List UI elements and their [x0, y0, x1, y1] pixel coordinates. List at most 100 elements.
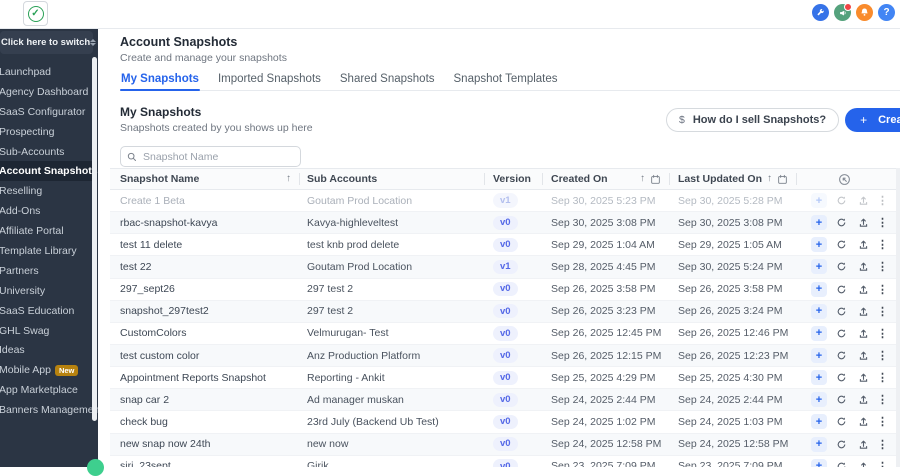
sidebar-item-saas-configurator[interactable]: SaaS Configurator	[0, 102, 93, 122]
sidebar-item-saas-education[interactable]: SaaS Education	[0, 301, 93, 321]
refresh-snapshot-button[interactable]	[834, 437, 849, 452]
table-row[interactable]: test 11 delete test knb prod delete v0 S…	[110, 234, 900, 256]
table-row[interactable]: siri_23sept Girik v0 Sep 23, 2025 7:09 P…	[110, 456, 900, 467]
share-snapshot-button[interactable]	[856, 437, 871, 452]
sidebar-item-banners-management[interactable]: Banners Management	[0, 400, 93, 420]
push-to-account-button[interactable]: +	[811, 348, 827, 363]
chat-widget-bubble[interactable]	[87, 459, 104, 476]
row-menu-button[interactable]: ⋮	[878, 237, 887, 252]
row-menu-button[interactable]: ⋮	[878, 259, 887, 274]
row-menu-button[interactable]: ⋮	[878, 282, 887, 297]
table-row[interactable]: check bug 23rd July (Backend Ub Test) v0…	[110, 411, 900, 433]
push-to-account-button[interactable]: +	[811, 304, 827, 319]
sidebar-item-reselling[interactable]: Reselling	[0, 181, 93, 201]
sidebar-item-account-snapshots[interactable]: Account Snapshots	[0, 161, 93, 181]
row-menu-button[interactable]: ⋮	[878, 304, 887, 319]
sidebar-item-agency-dashboard[interactable]: Agency Dashboard	[0, 82, 93, 102]
column-header-sub-accounts[interactable]: Sub Accounts	[300, 169, 485, 189]
share-snapshot-button[interactable]	[856, 259, 871, 274]
push-to-account-button[interactable]: +	[811, 215, 827, 230]
share-snapshot-button[interactable]	[856, 304, 871, 319]
push-to-account-button[interactable]: +	[811, 459, 827, 467]
share-snapshot-button[interactable]	[856, 348, 871, 363]
share-snapshot-button[interactable]	[856, 459, 871, 467]
notifications-bell-icon[interactable]	[856, 4, 873, 21]
column-header-snapshot-name[interactable]: Snapshot Name ↑	[110, 169, 300, 189]
announcements-icon[interactable]	[834, 4, 851, 21]
refresh-snapshot-button[interactable]	[834, 414, 849, 429]
table-row[interactable]: snapshot_297test2 297 test 2 v0 Sep 26, …	[110, 301, 900, 323]
push-to-account-button[interactable]: +	[811, 370, 827, 385]
refresh-snapshot-button[interactable]	[834, 237, 849, 252]
sidebar-item-prospecting[interactable]: Prospecting	[0, 122, 93, 142]
tab-my-snapshots[interactable]: My Snapshots	[120, 68, 200, 90]
table-row[interactable]: new snap now 24th new now v0 Sep 24, 202…	[110, 434, 900, 456]
table-row[interactable]: 297_sept26 297 test 2 v0 Sep 26, 2025 3:…	[110, 279, 900, 301]
push-to-account-button[interactable]: +	[811, 259, 827, 274]
table-row[interactable]: snap car 2 Ad manager muskan v0 Sep 24, …	[110, 389, 900, 411]
calendar-icon[interactable]	[777, 174, 788, 185]
share-snapshot-button[interactable]	[856, 392, 871, 407]
tools-icon[interactable]	[812, 4, 829, 21]
push-to-account-button[interactable]: +	[811, 282, 827, 297]
create-new-snapshot-button[interactable]: + Create New Snapshot	[845, 108, 900, 132]
row-menu-button[interactable]: ⋮	[878, 459, 887, 467]
share-snapshot-button[interactable]	[856, 237, 871, 252]
sidebar-item-app-marketplace[interactable]: App Marketplace	[0, 380, 93, 400]
sidebar-item-template-library[interactable]: Template Library	[0, 241, 93, 261]
refresh-snapshot-button[interactable]	[834, 326, 849, 341]
sidebar-item-launchpad[interactable]: Launchpad	[0, 62, 93, 82]
sidebar-item-add-ons[interactable]: Add-Ons	[0, 201, 93, 221]
sidebar-item-ideas[interactable]: Ideas	[0, 340, 93, 360]
tab-shared-snapshots[interactable]: Shared Snapshots	[339, 68, 436, 90]
how-do-i-sell-snapshots-button[interactable]: $ How do I sell Snapshots?	[666, 108, 839, 132]
row-menu-button[interactable]: ⋮	[878, 392, 887, 407]
table-row[interactable]: test 22 Goutam Prod Location v1 Sep 28, …	[110, 256, 900, 278]
refresh-snapshot-button[interactable]	[834, 348, 849, 363]
share-snapshot-button[interactable]	[856, 193, 871, 208]
column-header-created-on[interactable]: Created On ↑	[543, 169, 670, 189]
row-menu-button[interactable]: ⋮	[878, 215, 887, 230]
sidebar-item-settings[interactable]: Settings	[0, 462, 93, 467]
column-header-version[interactable]: Version	[485, 169, 543, 189]
share-snapshot-button[interactable]	[856, 414, 871, 429]
table-row[interactable]: Create 1 Beta Goutam Prod Location v1 Se…	[110, 190, 900, 212]
refresh-snapshot-button[interactable]	[834, 193, 849, 208]
share-snapshot-button[interactable]	[856, 215, 871, 230]
share-snapshot-button[interactable]	[856, 326, 871, 341]
sort-ascending-icon[interactable]: ↑	[286, 174, 291, 184]
sidebar-scrollbar[interactable]	[92, 57, 97, 421]
tab-imported-snapshots[interactable]: Imported Snapshots	[217, 68, 322, 90]
refresh-snapshot-button[interactable]	[834, 282, 849, 297]
account-switcher[interactable]: Click here to switch	[0, 31, 93, 54]
share-snapshot-button[interactable]	[856, 282, 871, 297]
refresh-snapshot-button[interactable]	[834, 392, 849, 407]
help-icon[interactable]: ?	[878, 4, 895, 21]
tab-snapshot-templates[interactable]: Snapshot Templates	[453, 68, 559, 90]
table-row[interactable]: CustomColors Velmurugan- Test v0 Sep 26,…	[110, 323, 900, 345]
refresh-snapshot-button[interactable]	[834, 259, 849, 274]
push-to-account-button[interactable]: +	[811, 326, 827, 341]
table-row[interactable]: Appointment Reports Snapshot Reporting -…	[110, 367, 900, 389]
sidebar-item-affiliate-portal[interactable]: Affiliate Portal	[0, 221, 93, 241]
sidebar-item-mobile-app[interactable]: Mobile App New	[0, 360, 93, 380]
table-row[interactable]: test custom color Anz Production Platfor…	[110, 345, 900, 367]
row-menu-button[interactable]: ⋮	[878, 414, 887, 429]
sidebar-item-sub-accounts[interactable]: Sub-Accounts	[0, 142, 93, 162]
column-header-last-updated-on[interactable]: Last Updated On ↑	[670, 169, 797, 189]
sort-ascending-icon[interactable]: ↑	[767, 174, 772, 184]
row-menu-button[interactable]: ⋮	[878, 437, 887, 452]
sort-ascending-icon[interactable]: ↑	[640, 174, 645, 184]
refresh-snapshot-button[interactable]	[834, 370, 849, 385]
refresh-snapshot-button[interactable]	[834, 215, 849, 230]
row-menu-button[interactable]: ⋮	[878, 370, 887, 385]
refresh-snapshot-button[interactable]	[834, 459, 849, 467]
calendar-icon[interactable]	[650, 174, 661, 185]
row-menu-button[interactable]: ⋮	[878, 326, 887, 341]
sidebar-item-partners[interactable]: Partners	[0, 261, 93, 281]
table-row[interactable]: rbac-snapshot-kavya Kavya-highleveltest …	[110, 212, 900, 234]
restore-icon[interactable]	[838, 173, 851, 186]
share-snapshot-button[interactable]	[856, 370, 871, 385]
push-to-account-button[interactable]: +	[811, 193, 827, 208]
push-to-account-button[interactable]: +	[811, 414, 827, 429]
